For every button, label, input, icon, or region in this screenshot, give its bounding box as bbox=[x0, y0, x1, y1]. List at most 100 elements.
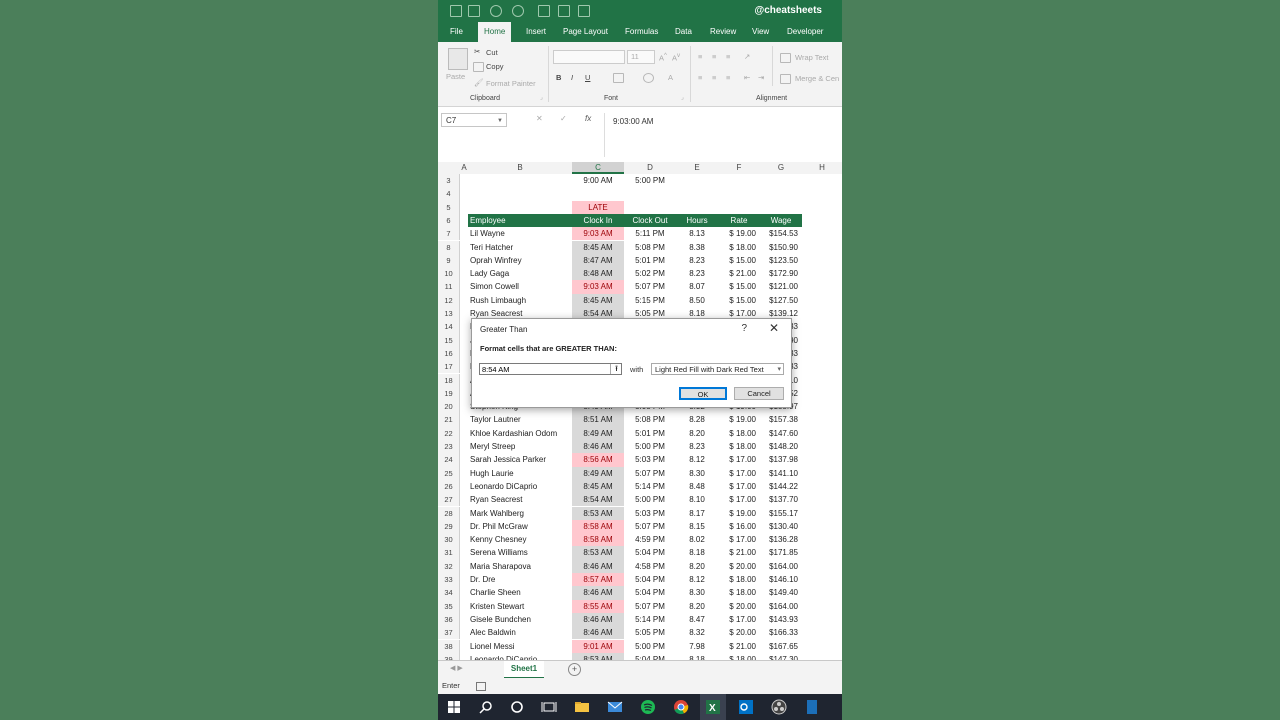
paste-icon[interactable] bbox=[448, 48, 468, 70]
name-box-dropdown-icon[interactable]: ▼ bbox=[497, 114, 503, 128]
hours-cell[interactable]: 8.12 bbox=[676, 453, 718, 466]
align-right-icon[interactable]: ≡ bbox=[726, 73, 730, 82]
column-header-g[interactable]: G bbox=[760, 162, 802, 174]
obs-icon[interactable] bbox=[771, 699, 787, 715]
align-middle-icon[interactable]: ≡ bbox=[712, 52, 716, 61]
camera-icon[interactable] bbox=[578, 5, 590, 17]
rate-cell[interactable]: $ 18.00 bbox=[718, 653, 760, 660]
employee-cell[interactable]: Simon Cowell bbox=[468, 280, 572, 293]
close-icon[interactable]: ✕ bbox=[769, 321, 779, 335]
row-number[interactable]: 5 bbox=[438, 200, 460, 214]
column-header-c[interactable]: C bbox=[572, 162, 624, 174]
shrink-font-icon[interactable]: Av bbox=[672, 52, 680, 63]
row-number[interactable]: 28 bbox=[438, 506, 460, 520]
tab-page-layout[interactable]: Page Layout bbox=[563, 22, 608, 42]
italic-button[interactable]: I bbox=[571, 73, 573, 82]
clock-out-cell[interactable]: 5:04 PM bbox=[624, 573, 676, 586]
column-header-a[interactable]: A bbox=[460, 162, 468, 174]
clock-out-cell[interactable]: 4:59 PM bbox=[624, 533, 676, 546]
row-number[interactable]: 24 bbox=[438, 453, 460, 467]
app-window-icon[interactable] bbox=[804, 699, 820, 715]
wage-cell[interactable]: $136.28 bbox=[760, 533, 802, 546]
rate-cell[interactable]: $ 17.00 bbox=[718, 467, 760, 480]
hours-cell[interactable]: 8.20 bbox=[676, 427, 718, 440]
row-number[interactable]: 11 bbox=[438, 280, 460, 294]
fill-color-icon[interactable] bbox=[643, 73, 654, 83]
wage-cell[interactable]: $137.98 bbox=[760, 453, 802, 466]
employee-cell[interactable]: Lionel Messi bbox=[468, 640, 572, 653]
tab-home[interactable]: Home bbox=[478, 22, 512, 42]
clock-out-cell[interactable]: 5:07 PM bbox=[624, 280, 676, 293]
employee-cell[interactable]: Dr. Phil McGraw bbox=[468, 520, 572, 533]
rate-cell[interactable]: $ 15.00 bbox=[718, 294, 760, 307]
rate-cell[interactable]: $ 18.00 bbox=[718, 573, 760, 586]
wage-cell[interactable]: $130.40 bbox=[760, 520, 802, 533]
employee-cell[interactable]: Hugh Laurie bbox=[468, 467, 572, 480]
hours-cell[interactable]: 8.18 bbox=[676, 653, 718, 660]
worksheet-grid[interactable]: 3 9:00 AM 5:00 PM 4 5 LATE 6 Employee Cl… bbox=[438, 174, 842, 660]
row-number[interactable]: 14 bbox=[438, 320, 460, 334]
format-painter-icon[interactable]: 🖌 bbox=[474, 78, 484, 87]
row-number[interactable]: 18 bbox=[438, 373, 460, 387]
redo-icon[interactable] bbox=[512, 5, 524, 17]
wage-cell[interactable]: $164.00 bbox=[760, 560, 802, 573]
clock-out-cell[interactable]: 5:02 PM bbox=[624, 267, 676, 280]
clock-out-cell[interactable]: 5:07 PM bbox=[624, 467, 676, 480]
rate-cell[interactable]: $ 18.00 bbox=[718, 241, 760, 254]
spotify-icon[interactable] bbox=[640, 699, 656, 715]
hours-cell[interactable]: 8.23 bbox=[676, 440, 718, 453]
clock-in-cell[interactable]: 8:46 AM bbox=[572, 612, 624, 627]
clock-in-cell[interactable]: 8:45 AM bbox=[572, 293, 624, 307]
hours-cell[interactable]: 8.30 bbox=[676, 586, 718, 599]
chevron-down-icon[interactable]: ▾ bbox=[777, 364, 781, 376]
tab-formulas[interactable]: Formulas bbox=[625, 22, 658, 42]
tab-data[interactable]: Data bbox=[675, 22, 692, 42]
clipboard-launcher-icon[interactable]: ⌟ bbox=[540, 94, 543, 101]
ok-button[interactable]: OK bbox=[679, 387, 727, 400]
help-icon[interactable]: ? bbox=[741, 323, 747, 334]
rate-cell[interactable]: $ 17.00 bbox=[718, 493, 760, 506]
wage-cell[interactable]: $154.53 bbox=[760, 227, 802, 240]
employee-cell[interactable]: Taylor Lautner bbox=[468, 413, 572, 426]
tab-developer[interactable]: Developer bbox=[787, 22, 823, 42]
align-bottom-icon[interactable]: ≡ bbox=[726, 52, 730, 61]
row-number[interactable]: 34 bbox=[438, 586, 460, 600]
clock-out-cell[interactable]: 5:15 PM bbox=[624, 294, 676, 307]
wage-cell[interactable]: $155.17 bbox=[760, 507, 802, 520]
clock-out-cell[interactable]: 5:08 PM bbox=[624, 413, 676, 426]
row-number[interactable]: 36 bbox=[438, 612, 460, 627]
employee-cell[interactable]: Mark Wahlberg bbox=[468, 507, 572, 520]
format-painter-button[interactable]: Format Painter bbox=[486, 79, 536, 88]
employee-cell[interactable]: Lady Gaga bbox=[468, 267, 572, 280]
header-rate[interactable]: Rate bbox=[718, 213, 760, 228]
row-number[interactable]: 39 bbox=[438, 652, 460, 660]
grow-font-icon[interactable]: A^ bbox=[659, 52, 667, 63]
row-number[interactable]: 10 bbox=[438, 267, 460, 281]
employee-cell[interactable]: Khloe Kardashian Odom bbox=[468, 427, 572, 440]
end-time-cell[interactable]: 5:00 PM bbox=[624, 174, 676, 187]
row-number[interactable]: 29 bbox=[438, 519, 460, 534]
hours-cell[interactable]: 8.48 bbox=[676, 480, 718, 493]
clock-in-cell[interactable]: 8:46 AM bbox=[572, 626, 624, 640]
save-icon[interactable] bbox=[450, 5, 462, 17]
font-name-combo[interactable] bbox=[553, 50, 625, 64]
row-number[interactable]: 22 bbox=[438, 426, 460, 440]
employee-cell[interactable]: Leonardo DiCaprio bbox=[468, 480, 572, 493]
employee-cell[interactable]: Charlie Sheen bbox=[468, 586, 572, 599]
hours-cell[interactable]: 8.38 bbox=[676, 241, 718, 254]
copy-button[interactable]: Copy bbox=[486, 62, 504, 71]
clock-out-cell[interactable]: 5:14 PM bbox=[624, 613, 676, 626]
row-number[interactable]: 15 bbox=[438, 333, 460, 347]
tab-file[interactable]: File bbox=[450, 22, 463, 42]
employee-cell[interactable]: Maria Sharapova bbox=[468, 560, 572, 573]
wage-cell[interactable]: $147.30 bbox=[760, 653, 802, 660]
column-header-h[interactable]: H bbox=[802, 162, 842, 174]
wage-cell[interactable]: $146.10 bbox=[760, 573, 802, 586]
clock-out-cell[interactable]: 5:01 PM bbox=[624, 427, 676, 440]
windows-start-icon[interactable] bbox=[446, 699, 462, 715]
search-icon[interactable] bbox=[478, 699, 494, 715]
row-number[interactable]: 19 bbox=[438, 386, 460, 401]
hours-cell[interactable]: 8.47 bbox=[676, 613, 718, 626]
clock-in-cell[interactable]: 8:45 AM bbox=[572, 479, 624, 494]
rate-cell[interactable]: $ 20.00 bbox=[718, 626, 760, 639]
